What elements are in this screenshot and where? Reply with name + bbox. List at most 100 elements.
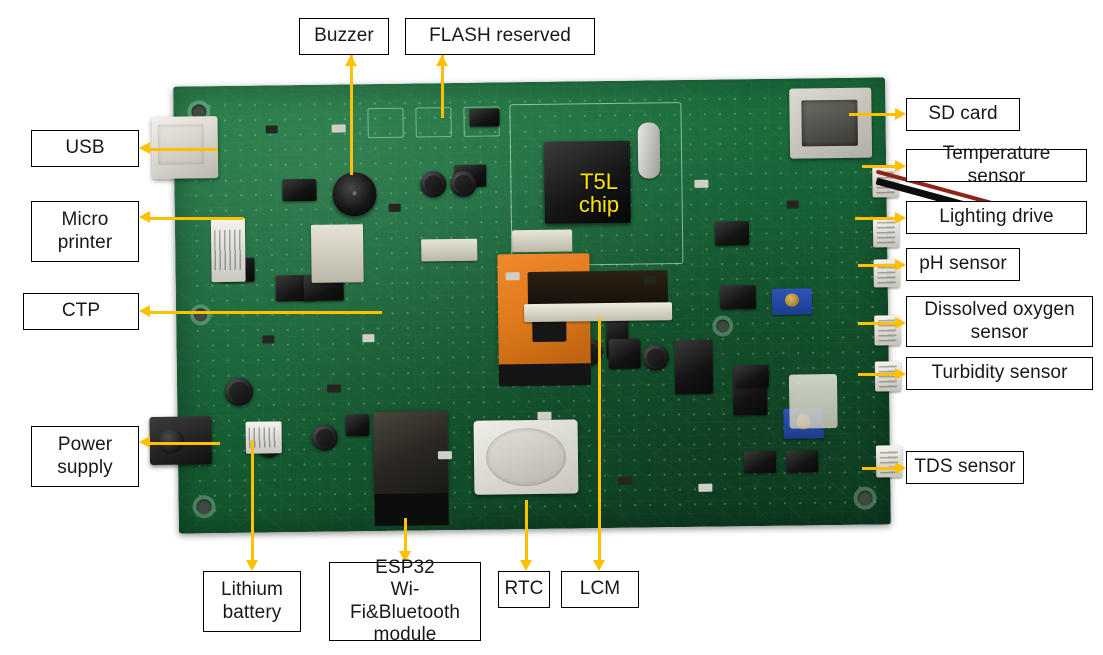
callout-temperature-sensor[interactable]: Temperature sensor <box>906 143 1087 187</box>
callout-esp32-line1: ESP32 <box>375 556 435 578</box>
leader-line-rtc <box>525 500 528 560</box>
ic-package <box>469 108 500 127</box>
callout-flash-reserved[interactable]: FLASH reserved <box>405 18 595 55</box>
ctp-connector-head <box>512 229 573 253</box>
ic-package <box>454 164 487 188</box>
leader-line-temperature-sensor <box>862 165 895 168</box>
callout-usb[interactable]: USB <box>31 130 139 167</box>
callout-sd-card[interactable]: SD card <box>906 98 1020 131</box>
leader-line-turbidity-sensor <box>858 373 895 376</box>
electrolytic-capacitor <box>311 424 338 451</box>
callout-lcm-label: LCM <box>579 578 621 600</box>
callout-lithium-battery-line1: Lithium <box>221 579 283 601</box>
smd-component <box>388 203 401 212</box>
leader-line-power-supply <box>150 442 220 445</box>
mcu-silk-outline <box>509 102 684 267</box>
callout-lithium-battery-line2: battery <box>222 601 282 623</box>
callout-dissolved-oxygen-line2: sensor <box>970 321 1029 343</box>
t5l-chip-overlay-label: T5L chip <box>541 160 657 226</box>
arrowhead-temperature-sensor <box>895 160 906 172</box>
mounting-hole <box>852 95 868 111</box>
ic-package <box>282 178 317 202</box>
callout-micro-printer[interactable]: Micro printer <box>31 201 139 262</box>
arrowhead-power-supply <box>139 436 150 448</box>
callout-esp32-line2: Wi-Fi&Bluetooth <box>350 579 460 623</box>
arrowhead-lcm <box>593 560 605 571</box>
callout-lighting-drive[interactable]: Lighting drive <box>906 201 1087 234</box>
callout-micro-printer-line2: printer <box>57 231 113 253</box>
smd-component <box>331 124 346 133</box>
arrowhead-lighting-drive <box>895 212 906 224</box>
ctp-flex-cable <box>497 253 592 387</box>
arrowhead-lithium-battery <box>246 560 258 571</box>
t5l-mcu-chip <box>543 140 631 224</box>
arrowhead-turbidity-sensor <box>895 368 906 380</box>
esp32-module <box>373 411 449 497</box>
figure-canvas: T5L chip Buzzer FLASH reserved SD card T… <box>0 0 1103 655</box>
callout-dissolved-oxygen-line1: Dissolved oxygen <box>924 299 1075 321</box>
arrowhead-sd-card <box>895 108 906 120</box>
arrowhead-tds-sensor <box>895 462 906 474</box>
callout-lcm[interactable]: LCM <box>561 571 639 608</box>
callout-rtc[interactable]: RTC <box>498 571 550 608</box>
leader-line-ph-sensor <box>858 264 895 267</box>
esp32-antenna-tab <box>374 493 449 527</box>
callout-dissolved-oxygen-sensor[interactable]: Dissolved oxygen sensor <box>906 296 1093 347</box>
smd-component <box>437 451 453 460</box>
callout-sd-card-label: SD card <box>928 103 998 125</box>
ic-package <box>674 339 714 395</box>
leader-line-tds-sensor <box>862 467 895 470</box>
callout-micro-printer-line1: Micro <box>61 209 109 231</box>
callout-tds-sensor[interactable]: TDS sensor <box>906 451 1024 484</box>
smd-component <box>327 384 342 393</box>
electrolytic-capacitor <box>224 377 254 407</box>
ic-package <box>220 257 255 283</box>
micro-printer-connector <box>210 217 246 283</box>
callout-power-supply[interactable]: Power supply <box>31 426 139 487</box>
smd-component <box>265 125 278 134</box>
callout-turbidity-sensor[interactable]: Turbidity sensor <box>906 357 1093 390</box>
smd-component <box>505 272 520 281</box>
electrolytic-capacitor <box>642 344 669 371</box>
callout-tds-sensor-label: TDS sensor <box>914 456 1016 478</box>
sd-card-slot <box>789 87 873 159</box>
leader-line-buzzer <box>350 55 353 175</box>
smd-component <box>694 179 709 188</box>
mounting-hole <box>191 104 207 120</box>
resistor-network <box>303 274 344 301</box>
leader-line-micro-printer <box>150 217 243 220</box>
rtc-coin-cell-holder <box>473 419 579 495</box>
electrolytic-capacitor <box>255 431 282 458</box>
ffc-connector <box>310 224 364 283</box>
callout-power-supply-line1: Power <box>57 434 113 456</box>
callout-lithium-battery[interactable]: Lithium battery <box>203 571 301 632</box>
arrowhead-rtc <box>520 560 532 571</box>
crystal-oscillator <box>637 122 661 179</box>
ic-package <box>275 274 316 302</box>
callout-flash-reserved-label: FLASH reserved <box>429 25 571 47</box>
arrowhead-ph-sensor <box>895 259 906 271</box>
ic-package <box>732 364 768 416</box>
smd-component <box>362 334 375 343</box>
smd-component <box>643 276 656 285</box>
arrowhead-ctp <box>139 305 150 317</box>
callout-lighting-drive-label: Lighting drive <box>939 206 1054 228</box>
callout-ph-sensor[interactable]: pH sensor <box>906 248 1020 281</box>
callout-buzzer[interactable]: Buzzer <box>299 18 389 55</box>
flash-footprint <box>463 106 500 137</box>
callout-temperature-sensor-label: Temperature sensor <box>942 143 1051 187</box>
callout-ctp[interactable]: CTP <box>23 293 139 330</box>
ic-package <box>785 450 819 473</box>
power-inductor <box>608 338 641 369</box>
leader-line-ctp <box>150 311 382 314</box>
callout-esp32-line3: module <box>373 623 437 645</box>
callout-esp32[interactable]: ESP32 Wi-Fi&Bluetooth module <box>329 557 481 645</box>
smd-component <box>786 200 799 209</box>
ic-package <box>606 312 629 360</box>
ic-package <box>734 364 770 388</box>
arrowhead-usb <box>139 142 150 154</box>
lcm-ffc-connector <box>527 270 669 309</box>
smd-component <box>698 483 713 492</box>
leader-line-sd-card <box>849 113 895 116</box>
pcb-traces <box>173 77 891 534</box>
